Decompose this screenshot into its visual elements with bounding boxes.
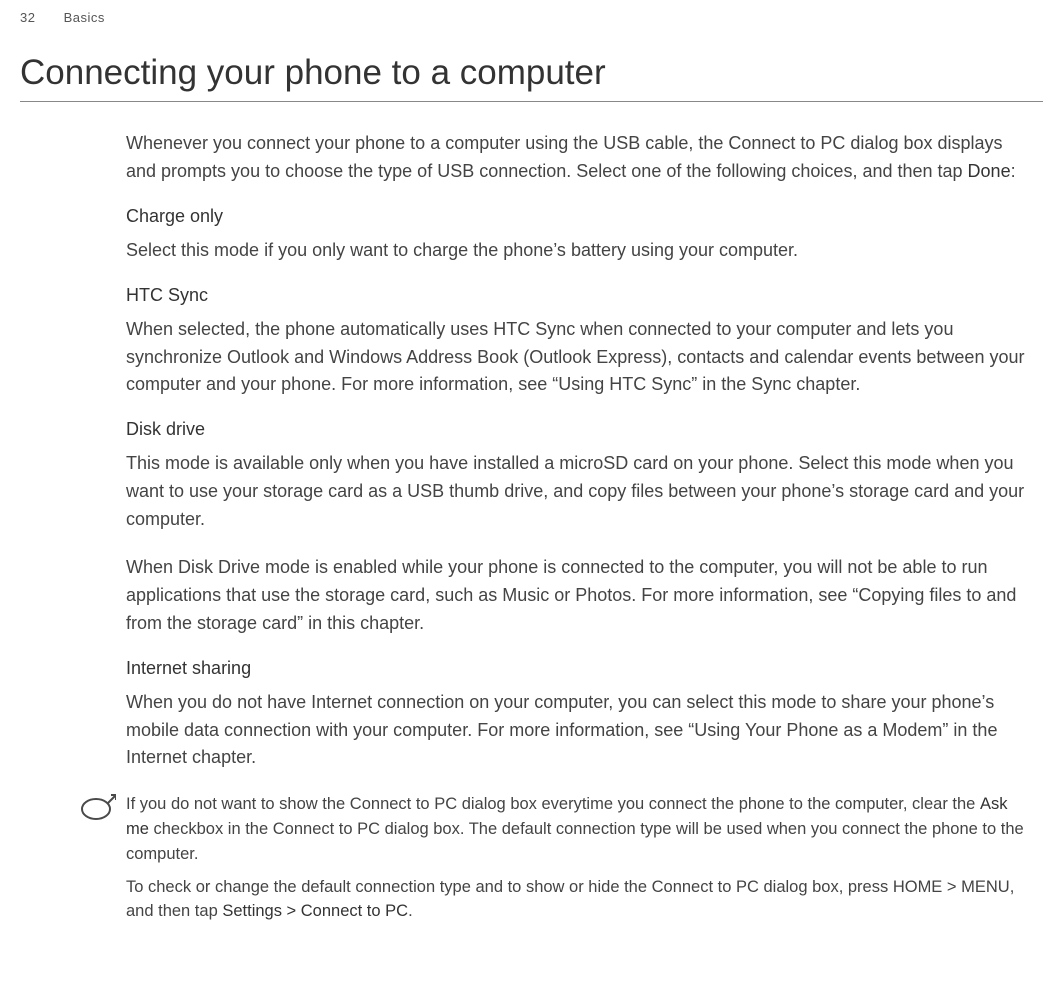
internet-sharing-heading: Internet sharing	[126, 658, 1033, 679]
intro-text-before: Whenever you connect your phone to a com…	[126, 133, 1003, 181]
page-header: 32 Basics	[20, 10, 1043, 25]
charge-only-heading: Charge only	[126, 206, 1033, 227]
note-p2-after: .	[408, 902, 413, 920]
note-paragraph-1: If you do not want to show the Connect t…	[126, 792, 1033, 866]
disk-drive-body-1: This mode is available only when you hav…	[126, 450, 1033, 534]
tip-icon	[78, 794, 116, 829]
page-title: Connecting your phone to a computer	[20, 53, 1043, 102]
note-block: If you do not want to show the Connect t…	[78, 792, 1033, 932]
page-number: 32	[20, 10, 35, 25]
disk-drive-body-2: When Disk Drive mode is enabled while yo…	[126, 554, 1033, 638]
internet-sharing-body: When you do not have Internet connection…	[126, 689, 1033, 773]
charge-only-body: Select this mode if you only want to cha…	[126, 237, 1033, 265]
note-paragraph-2: To check or change the default connectio…	[126, 875, 1033, 925]
htc-sync-body: When selected, the phone automatically u…	[126, 316, 1033, 400]
disk-drive-heading: Disk drive	[126, 419, 1033, 440]
note-p1-after: checkbox in the Connect to PC dialog box…	[126, 820, 1024, 863]
note-p1-before: If you do not want to show the Connect t…	[126, 795, 980, 813]
htc-sync-heading: HTC Sync	[126, 285, 1033, 306]
intro-done-label: Done	[968, 161, 1011, 181]
main-content: Whenever you connect your phone to a com…	[126, 130, 1033, 772]
intro-paragraph: Whenever you connect your phone to a com…	[126, 130, 1033, 186]
section-name: Basics	[64, 10, 105, 25]
intro-text-after: :	[1011, 161, 1016, 181]
note-settings-label: Settings > Connect to PC	[222, 902, 408, 920]
note-text: If you do not want to show the Connect t…	[126, 792, 1033, 932]
